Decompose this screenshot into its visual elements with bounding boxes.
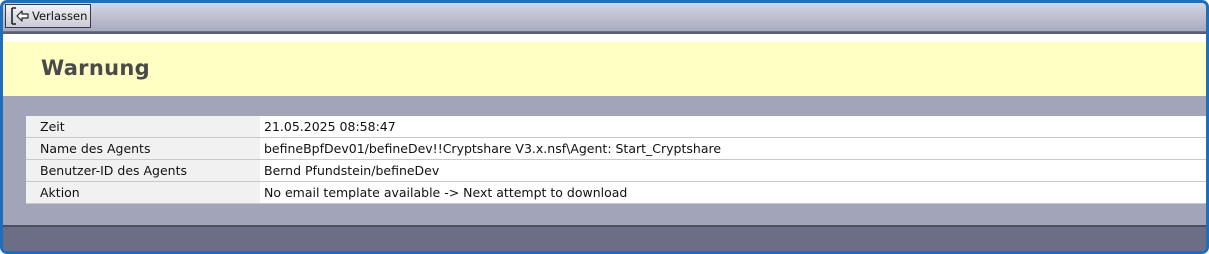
exit-icon <box>10 7 30 25</box>
table-row: Name des Agents befineBpfDev01/befineDev… <box>26 137 1206 160</box>
footer-bar <box>3 225 1206 251</box>
leave-button-label: Verlassen <box>32 9 88 23</box>
row-value: 21.05.2025 08:58:47 <box>260 116 1206 138</box>
row-label: Aktion <box>26 181 260 204</box>
page-title: Warnung <box>41 56 150 80</box>
row-label: Name des Agents <box>26 137 260 160</box>
leave-button[interactable]: Verlassen <box>5 4 91 28</box>
row-label: Zeit <box>26 116 260 138</box>
details-table: Zeit 21.05.2025 08:58:47 Name des Agents… <box>26 116 1206 204</box>
row-value: befineBpfDev01/befineDev!!Cryptshare V3.… <box>260 137 1206 160</box>
table-row: Benutzer-ID des Agents Bernd Pfundstein/… <box>26 159 1206 182</box>
dialog-window: Verlassen Warnung Zeit 21.05.2025 08:58:… <box>0 0 1209 254</box>
top-spacer <box>3 34 1206 42</box>
row-value: No email template available -> Next atte… <box>260 181 1206 204</box>
row-value: Bernd Pfundstein/befineDev <box>260 159 1206 182</box>
table-row: Zeit 21.05.2025 08:58:47 <box>26 116 1206 138</box>
warning-banner: Warnung <box>3 42 1206 96</box>
row-label: Benutzer-ID des Agents <box>26 159 260 182</box>
table-row: Aktion No email template available -> Ne… <box>26 181 1206 204</box>
toolbar: Verlassen <box>3 3 1206 32</box>
